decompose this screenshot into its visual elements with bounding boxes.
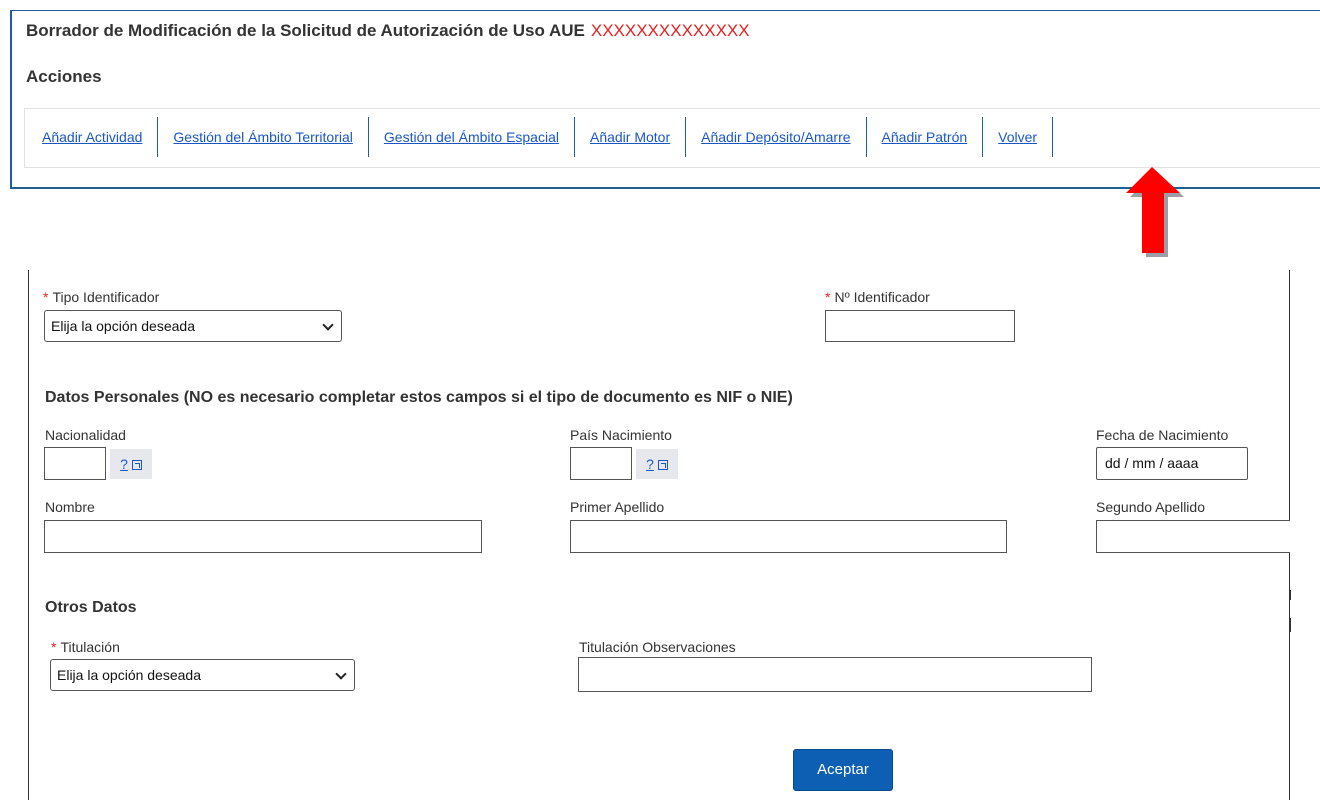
nacionalidad-input[interactable]: [44, 447, 106, 480]
header-panel: Borrador de Modificación de la Solicitud…: [10, 10, 1320, 189]
pais-nacimiento-input[interactable]: [570, 447, 632, 480]
aceptar-button[interactable]: Aceptar: [793, 749, 893, 791]
action-link-volver[interactable]: Volver: [983, 117, 1054, 157]
fecha-nacimiento-label: Fecha de Nacimiento: [1096, 427, 1229, 443]
pais-nacimiento-help-button[interactable]: ?: [636, 449, 678, 479]
action-link-anadir-actividad[interactable]: Añadir Actividad: [25, 117, 159, 157]
request-code: XXXXXXXXXXXXXX: [590, 21, 750, 40]
external-link-icon: [657, 460, 668, 470]
nacionalidad-help-button[interactable]: ?: [110, 449, 152, 479]
action-link-anadir-deposito[interactable]: Añadir Depósito/Amarre: [686, 117, 867, 157]
chevron-down-icon: [322, 319, 334, 331]
page-title: Borrador de Modificación de la Solicitud…: [26, 21, 750, 41]
segundo-apellido-input[interactable]: [1096, 520, 1290, 553]
help-link: ?: [646, 456, 654, 472]
external-link-icon: [131, 460, 142, 470]
primer-apellido-label: Primer Apellido: [570, 499, 665, 515]
edge-tick: [1290, 590, 1291, 600]
segundo-apellido-label: Segundo Apellido: [1096, 499, 1205, 515]
required-mark: *: [51, 639, 57, 655]
action-link-anadir-patron[interactable]: Añadir Patrón: [867, 117, 984, 157]
red-arrow-icon: [1126, 167, 1184, 257]
pais-nacimiento-label: País Nacimiento: [570, 427, 672, 443]
acciones-heading: Acciones: [26, 67, 102, 86]
required-mark: *: [825, 289, 831, 305]
tipo-identificador-label: * Tipo Identificador: [43, 289, 159, 305]
actions-list: Añadir Actividad Gestión del Ámbito Terr…: [25, 117, 1054, 157]
nacionalidad-label: Nacionalidad: [45, 427, 126, 443]
patron-form: * Tipo Identificador Elija la opción dese…: [28, 270, 1290, 800]
tipo-identificador-select[interactable]: Elija la opción deseada: [44, 310, 342, 342]
primer-apellido-input[interactable]: [570, 520, 1007, 553]
tipo-identificador-label-text: Tipo Identificador: [52, 289, 160, 305]
titulacion-observaciones-input[interactable]: [578, 657, 1092, 692]
num-identificador-label-text: Nº Identificador: [834, 289, 930, 305]
edge-tick: [1290, 618, 1291, 632]
help-link: ?: [120, 456, 128, 472]
chevron-down-icon: [335, 668, 347, 680]
titulacion-label: * Titulación: [51, 639, 120, 655]
action-link-anadir-motor[interactable]: Añadir Motor: [575, 117, 687, 157]
num-identificador-label: * Nº Identificador: [825, 289, 930, 305]
titulacion-label-text: Titulación: [60, 639, 120, 655]
page-title-text: Borrador de Modificación de la Solicitud…: [26, 21, 585, 40]
titulacion-value: Elija la opción deseada: [57, 667, 201, 683]
action-link-ambito-territorial[interactable]: Gestión del Ámbito Territorial: [158, 117, 369, 157]
datos-personales-title: Datos Personales (NO es necesario comple…: [45, 389, 793, 406]
otros-datos-title: Otros Datos: [45, 599, 137, 616]
required-mark: *: [43, 289, 49, 305]
action-link-ambito-espacial[interactable]: Gestión del Ámbito Espacial: [369, 117, 575, 157]
actions-bar: Añadir Actividad Gestión del Ámbito Terr…: [24, 108, 1320, 168]
nombre-input[interactable]: [44, 520, 482, 553]
titulacion-select[interactable]: Elija la opción deseada: [50, 659, 355, 691]
nombre-label: Nombre: [45, 499, 95, 515]
fecha-nacimiento-input[interactable]: dd / mm / aaaa: [1096, 447, 1248, 480]
num-identificador-input[interactable]: [825, 310, 1015, 342]
tipo-identificador-value: Elija la opción deseada: [51, 318, 195, 334]
titulacion-observaciones-label: Titulación Observaciones: [579, 639, 736, 655]
